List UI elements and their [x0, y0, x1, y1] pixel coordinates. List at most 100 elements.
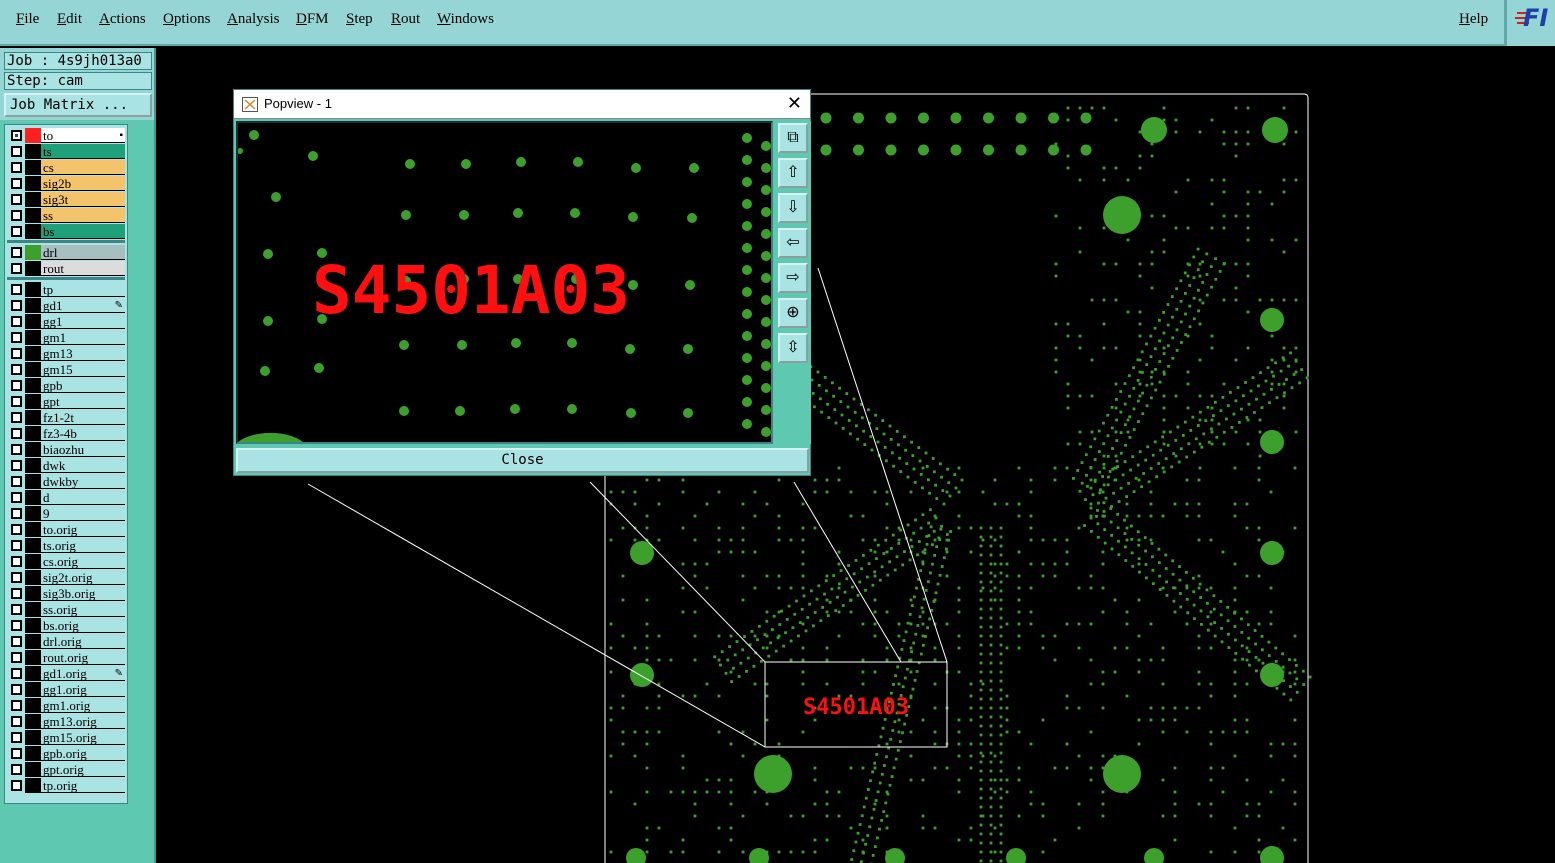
- menu-edit[interactable]: Edit: [57, 11, 82, 28]
- menu-rout[interactable]: Rout: [391, 11, 420, 28]
- layer-row-gm1[interactable]: gm1: [7, 330, 125, 345]
- layer-row-ts[interactable]: ts: [7, 144, 125, 159]
- layer-checkbox[interactable]: [11, 226, 22, 237]
- layer-row-cs[interactable]: cs: [7, 160, 125, 175]
- layer-row-biaozhu[interactable]: biaozhu: [7, 442, 125, 457]
- layer-checkbox[interactable]: [11, 396, 22, 407]
- menu-actions[interactable]: Actions: [99, 11, 146, 28]
- layer-row-drl[interactable]: drl: [7, 245, 125, 260]
- job-matrix-button[interactable]: Job Matrix ...: [4, 93, 152, 117]
- layer-row-sig2b[interactable]: sig2b: [7, 176, 125, 191]
- layer-row-fz1-2t[interactable]: fz1-2t: [7, 410, 125, 425]
- layer-row-gpb[interactable]: gpb: [7, 378, 125, 393]
- layer-checkbox[interactable]: [11, 332, 22, 343]
- layer-checkbox[interactable]: [11, 780, 22, 791]
- layer-checkbox[interactable]: [11, 412, 22, 423]
- layer-checkbox[interactable]: [11, 460, 22, 471]
- layer-row-sig3b.orig[interactable]: sig3b.orig: [7, 586, 125, 601]
- layer-row-bs[interactable]: bs: [7, 224, 125, 239]
- layer-row-gm13.orig[interactable]: gm13.orig: [7, 714, 125, 729]
- layer-row-ts.orig[interactable]: ts.orig: [7, 538, 125, 553]
- menu-windows[interactable]: Windows: [437, 11, 494, 28]
- layer-row-gm1.orig[interactable]: gm1.orig: [7, 698, 125, 713]
- layer-row-gd1[interactable]: gd1 ✎: [7, 298, 125, 313]
- layer-row-fz3-4b[interactable]: fz3-4b: [7, 426, 125, 441]
- layer-checkbox[interactable]: [11, 444, 22, 455]
- layer-checkbox[interactable]: [11, 492, 22, 503]
- zoom-fit-icon[interactable]: ⧉: [778, 123, 808, 153]
- zoom-out-icon[interactable]: ⇳: [778, 333, 808, 363]
- layer-checkbox[interactable]: [11, 620, 22, 631]
- layer-checkbox[interactable]: [11, 348, 22, 359]
- layer-checkbox[interactable]: [11, 316, 22, 327]
- layer-checkbox[interactable]: [11, 162, 22, 173]
- layer-checkbox[interactable]: [11, 194, 22, 205]
- layer-row-rout[interactable]: rout: [7, 261, 125, 276]
- layer-row-gg1.orig[interactable]: gg1.orig: [7, 682, 125, 697]
- layer-row-gm15.orig[interactable]: gm15.orig: [7, 730, 125, 745]
- layer-row-gm15[interactable]: gm15: [7, 362, 125, 377]
- layer-checkbox[interactable]: [11, 263, 22, 274]
- layer-checkbox[interactable]: [11, 130, 22, 141]
- layer-up-icon[interactable]: ⇧: [778, 158, 808, 188]
- layer-row-9[interactable]: 9: [7, 506, 125, 521]
- layer-row-tp[interactable]: tp: [7, 282, 125, 297]
- layer-checkbox[interactable]: [11, 588, 22, 599]
- layer-checkbox[interactable]: [11, 700, 22, 711]
- layer-row-dwkby[interactable]: dwkby: [7, 474, 125, 489]
- layer-checkbox[interactable]: [11, 210, 22, 221]
- menu-help[interactable]: Help: [1459, 11, 1488, 28]
- menu-file[interactable]: File: [16, 11, 39, 28]
- menu-step[interactable]: Step: [346, 11, 373, 28]
- close-icon[interactable]: ✕: [787, 94, 802, 112]
- layer-checkbox[interactable]: [11, 668, 22, 679]
- layer-row-sig2t.orig[interactable]: sig2t.orig: [7, 570, 125, 585]
- layer-row-rout.orig[interactable]: rout.orig: [7, 650, 125, 665]
- popview-canvas[interactable]: S4501A03: [236, 121, 773, 444]
- layer-checkbox[interactable]: [11, 508, 22, 519]
- layer-checkbox[interactable]: [11, 146, 22, 157]
- layer-row-bs.orig[interactable]: bs.orig: [7, 618, 125, 633]
- zoom-in-icon[interactable]: ⊕: [778, 298, 808, 328]
- layer-checkbox[interactable]: [11, 572, 22, 583]
- menu-analysis[interactable]: Analysis: [227, 11, 280, 28]
- pan-left-icon[interactable]: ⇦: [778, 228, 808, 258]
- popview-titlebar[interactable]: Popview - 1 ✕: [234, 90, 810, 119]
- layer-checkbox[interactable]: [11, 428, 22, 439]
- layer-checkbox[interactable]: [11, 284, 22, 295]
- layer-checkbox[interactable]: [11, 300, 22, 311]
- layer-row-gpt[interactable]: gpt: [7, 394, 125, 409]
- layer-checkbox[interactable]: [11, 604, 22, 615]
- layer-row-drl.orig[interactable]: drl.orig: [7, 634, 125, 649]
- layer-row-gd1.orig[interactable]: gd1.orig ✎: [7, 666, 125, 681]
- layer-row-ss[interactable]: ss: [7, 208, 125, 223]
- layer-checkbox[interactable]: [11, 247, 22, 258]
- menu-dfm[interactable]: DFM: [296, 11, 329, 28]
- layer-checkbox[interactable]: [11, 556, 22, 567]
- layer-checkbox[interactable]: [11, 684, 22, 695]
- layer-checkbox[interactable]: [11, 652, 22, 663]
- layer-row-ss.orig[interactable]: ss.orig: [7, 602, 125, 617]
- popview-close-button[interactable]: Close: [236, 448, 809, 473]
- layer-checkbox[interactable]: [11, 636, 22, 647]
- layer-row-tp.orig[interactable]: tp.orig: [7, 778, 125, 793]
- layer-checkbox[interactable]: [11, 732, 22, 743]
- menu-options[interactable]: Options: [163, 11, 211, 28]
- layer-checkbox[interactable]: [11, 764, 22, 775]
- layer-checkbox[interactable]: [11, 540, 22, 551]
- layer-row-gpb.orig[interactable]: gpb.orig: [7, 746, 125, 761]
- pan-right-icon[interactable]: ⇨: [778, 263, 808, 293]
- layer-checkbox[interactable]: [11, 476, 22, 487]
- layer-row-cs.orig[interactable]: cs.orig: [7, 554, 125, 569]
- layer-checkbox[interactable]: [11, 380, 22, 391]
- layer-checkbox[interactable]: [11, 178, 22, 189]
- layer-row-to.orig[interactable]: to.orig: [7, 522, 125, 537]
- layer-row-d[interactable]: d: [7, 490, 125, 505]
- layer-down-icon[interactable]: ⇩: [778, 193, 808, 223]
- layer-checkbox[interactable]: [11, 716, 22, 727]
- layer-row-gg1[interactable]: gg1: [7, 314, 125, 329]
- layer-row-sig3t[interactable]: sig3t: [7, 192, 125, 207]
- layer-checkbox[interactable]: [11, 364, 22, 375]
- layer-row-dwk[interactable]: dwk: [7, 458, 125, 473]
- layer-checkbox[interactable]: [11, 524, 22, 535]
